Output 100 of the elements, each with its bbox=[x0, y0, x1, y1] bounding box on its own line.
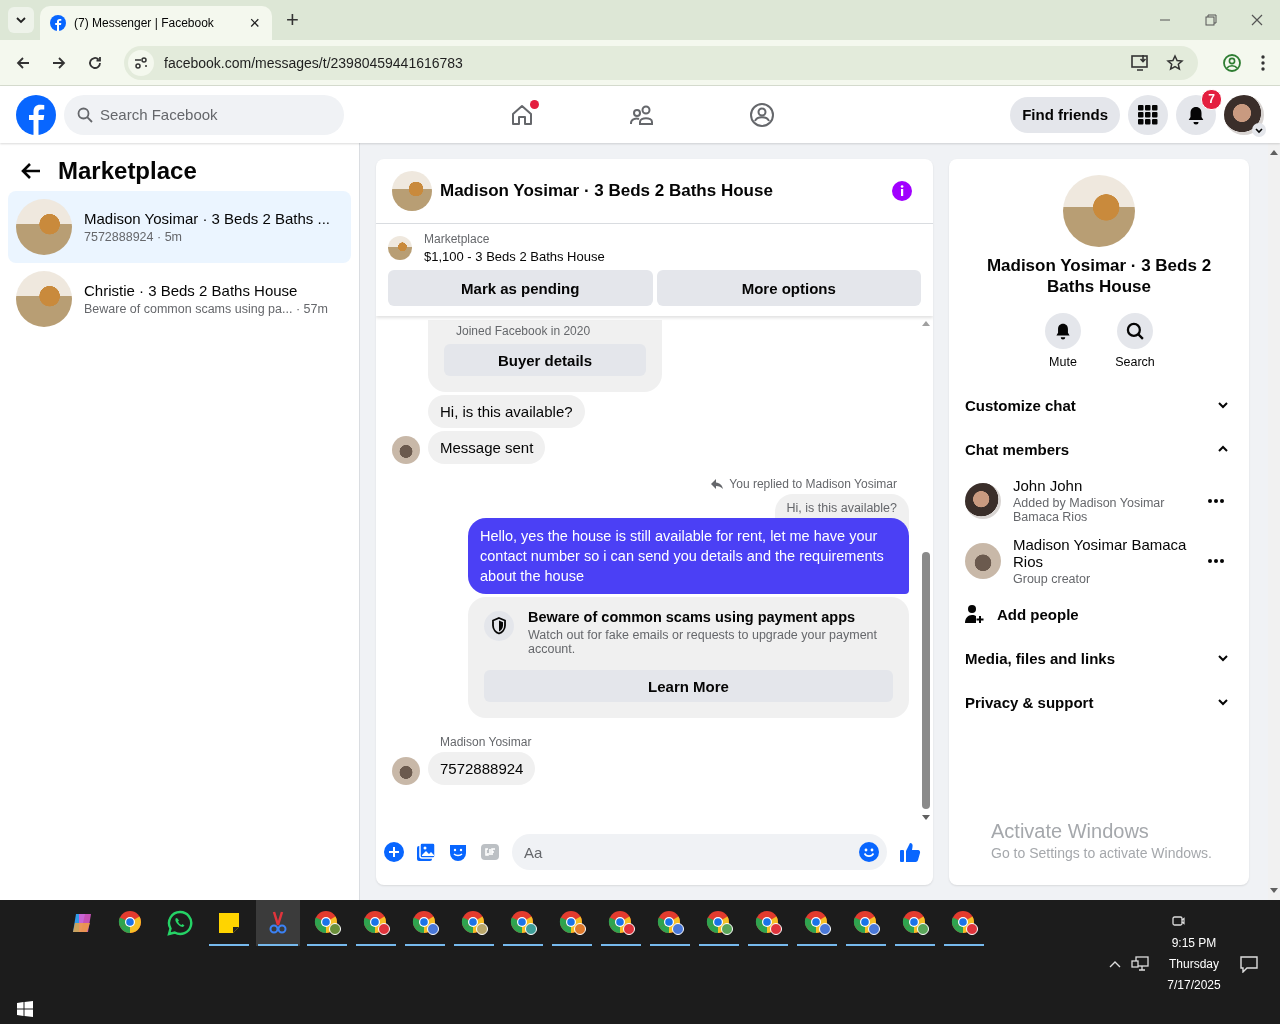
message-bubble: Message sent bbox=[428, 431, 546, 464]
listing-title: $1,100 - 3 Beds 2 Baths House bbox=[424, 249, 605, 264]
sticker-icon[interactable] bbox=[448, 842, 468, 862]
section-header[interactable]: Chat members bbox=[965, 427, 1229, 471]
message-bubble: 7572888924 bbox=[428, 752, 536, 785]
bell-icon bbox=[1186, 104, 1206, 125]
message-field[interactable]: Aa bbox=[512, 834, 887, 870]
bell-icon bbox=[1054, 322, 1072, 340]
member-name: John John bbox=[1013, 477, 1084, 494]
section-header[interactable]: Media, files and links bbox=[965, 636, 1229, 680]
notification-center-icon[interactable] bbox=[1238, 955, 1259, 973]
conversation-action-button[interactable]: Search bbox=[1110, 313, 1160, 369]
photo-placeholder bbox=[965, 543, 1001, 579]
thumbs-up-icon[interactable] bbox=[899, 841, 921, 863]
member-name: Madison Yosimar Bamaca Rios bbox=[1013, 536, 1188, 570]
photo-placeholder bbox=[388, 236, 412, 260]
chat-title: Madison Yosimar · 3 Beds 2 Baths House bbox=[440, 181, 773, 201]
add-person-icon bbox=[965, 604, 985, 624]
search-icon bbox=[1126, 322, 1144, 340]
conversation-title: Madison Yosimar · 3 Beds 2 Baths ... bbox=[84, 210, 330, 227]
message-bubble: Hello, yes the house is still available for rent, let me have your contact number so i can send you details and the requirements about the house bbox=[468, 518, 909, 594]
grid-menu-icon bbox=[1138, 104, 1158, 125]
facebook-logo-icon[interactable] bbox=[16, 94, 56, 135]
taskbar-app[interactable] bbox=[256, 900, 300, 946]
chevron-down-icon bbox=[1217, 652, 1229, 664]
conversation-item[interactable]: Christie · 3 Beds 2 Baths House Beware of common scams using pa... · 57m bbox=[8, 263, 351, 335]
chevron-down-icon[interactable] bbox=[1252, 122, 1266, 137]
find-friends-button[interactable]: Find friends bbox=[1010, 96, 1120, 133]
photo-placeholder bbox=[16, 199, 72, 255]
conversation-item[interactable]: Madison Yosimar · 3 Beds 2 Baths ... 7572888924 · 5m bbox=[8, 191, 351, 263]
more-options-icon[interactable] bbox=[1207, 497, 1225, 504]
photo-placeholder bbox=[16, 271, 72, 327]
sticky-note-icon bbox=[217, 911, 241, 935]
page-scrollbar[interactable] bbox=[1268, 143, 1280, 900]
new-tab-button[interactable]: + bbox=[280, 6, 305, 34]
member-note: Group creator bbox=[1013, 572, 1092, 586]
reply-note: You replied to Madison Yosimar bbox=[729, 477, 897, 491]
profile-icon[interactable] bbox=[1222, 52, 1242, 73]
conversation-action-button[interactable]: Mute bbox=[1038, 313, 1088, 369]
bookmark-star-icon[interactable] bbox=[1166, 53, 1184, 72]
network-icon[interactable] bbox=[1131, 956, 1150, 972]
chevron-down-icon bbox=[1217, 696, 1229, 708]
clock[interactable]: 9:15 PM Thursday 7/17/2025 bbox=[1167, 936, 1221, 992]
warning-text: Watch out for fake emails or requests to upgrade your payment account. bbox=[528, 628, 879, 656]
info-icon[interactable] bbox=[891, 180, 913, 202]
plus-icon[interactable] bbox=[384, 842, 404, 862]
url-text: facebook.com/messages/t/23980459441616783 bbox=[164, 54, 463, 71]
profile-avatar[interactable] bbox=[1224, 94, 1264, 135]
address-bar[interactable]: facebook.com/messages/t/23980459441616783 bbox=[124, 45, 1198, 80]
learn-more-button[interactable]: Learn More bbox=[484, 670, 893, 702]
menu-button[interactable] bbox=[1128, 94, 1168, 135]
menu-icon[interactable] bbox=[1260, 53, 1266, 72]
browser-icon bbox=[118, 910, 144, 936]
panel-title: Marketplace bbox=[58, 157, 197, 185]
activation-watermark-text: Go to Settings to activate Windows. bbox=[991, 845, 1213, 861]
windows-logo-icon[interactable] bbox=[17, 1001, 33, 1017]
facebook-logo-icon bbox=[50, 15, 66, 31]
message-bubble: Hi, is this available? bbox=[428, 395, 585, 428]
scroll-down-icon[interactable] bbox=[1270, 888, 1278, 894]
camera-icon[interactable] bbox=[1171, 914, 1185, 928]
scroll-down-icon[interactable] bbox=[922, 815, 930, 821]
search-icon bbox=[77, 106, 93, 123]
notifications-button[interactable] bbox=[1176, 94, 1216, 135]
buyer-details-button[interactable]: Buyer details bbox=[444, 344, 646, 376]
conversation-preview: 7572888924 · 5m bbox=[84, 230, 183, 244]
tab-list-button[interactable] bbox=[8, 7, 34, 33]
swirl-logo-icon bbox=[70, 911, 94, 935]
chevron-down-icon bbox=[15, 14, 27, 26]
warning-title: Beware of common scams using payment apps bbox=[528, 609, 857, 625]
image-icon[interactable] bbox=[416, 842, 436, 862]
activation-watermark-title: Activate Windows bbox=[991, 820, 1150, 843]
browser-tab[interactable]: (7) Messenger | Facebook × bbox=[40, 6, 272, 40]
tab-title: (7) Messenger | Facebook bbox=[74, 16, 215, 30]
listing-source: Marketplace bbox=[424, 232, 491, 246]
notification-badge: 7 bbox=[1201, 88, 1222, 110]
install-app-icon[interactable] bbox=[1130, 53, 1150, 72]
scroll-up-icon[interactable] bbox=[1270, 149, 1278, 155]
chevron-up-icon[interactable] bbox=[1109, 960, 1122, 968]
listing-action-button[interactable]: Mark as pending bbox=[388, 270, 653, 306]
reply-icon bbox=[710, 478, 725, 490]
site-settings-icon[interactable] bbox=[128, 49, 154, 76]
section-header[interactable]: Privacy & support bbox=[965, 680, 1229, 724]
photo-placeholder bbox=[392, 171, 432, 211]
close-tab-button[interactable]: × bbox=[245, 12, 264, 34]
groups-icon bbox=[749, 101, 775, 128]
search-field[interactable]: Search Facebook bbox=[64, 94, 344, 135]
more-options-icon[interactable] bbox=[1207, 558, 1225, 564]
section-header[interactable]: Customize chat bbox=[965, 383, 1229, 427]
chat-bubble-icon bbox=[167, 910, 193, 936]
add-people-button[interactable]: Add people bbox=[965, 592, 1233, 636]
conversation-preview: Beware of common scams using pa... · 57m bbox=[84, 302, 328, 316]
conversation-name: Madison Yosimar · 3 Beds 2 Baths House bbox=[985, 255, 1213, 297]
chevron-down-icon bbox=[1217, 399, 1229, 411]
scroll-up-icon[interactable] bbox=[922, 320, 930, 326]
shield-icon bbox=[484, 611, 514, 641]
buyer-info: Joined Facebook in 2020 bbox=[455, 324, 592, 338]
member-note: Added by Madison Yosimar Bamaca Rios bbox=[1013, 496, 1166, 524]
emoji-icon[interactable] bbox=[859, 842, 879, 862]
listing-action-button[interactable]: More options bbox=[656, 270, 921, 306]
photo-placeholder bbox=[965, 482, 1001, 519]
